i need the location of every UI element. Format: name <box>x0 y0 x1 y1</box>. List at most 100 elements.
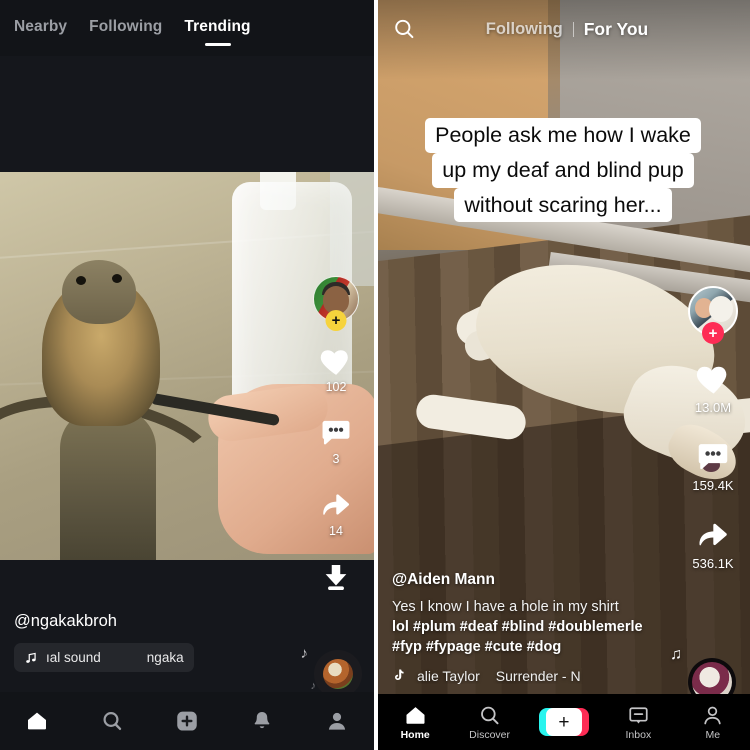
music-note-icon <box>26 652 36 663</box>
home-icon <box>28 712 47 730</box>
heart-icon <box>696 366 726 394</box>
right-like-count: 13.0M <box>694 400 732 415</box>
right-share-action[interactable]: 536.1K <box>692 517 734 571</box>
left-top-tabbar: Nearby Following Trending <box>0 0 374 56</box>
left-nav-home[interactable] <box>17 704 57 738</box>
video-text-overlay: People ask me how I wake up my deaf and … <box>404 118 722 223</box>
right-music-text: alie Taylor Surrender - N <box>417 668 581 684</box>
left-comment-action[interactable]: 3 <box>319 416 353 466</box>
search-icon[interactable] <box>392 17 416 41</box>
left-share-action[interactable]: 14 <box>319 488 353 538</box>
left-nav-create[interactable] <box>167 704 207 738</box>
right-comment-action[interactable]: 159.4K <box>692 439 734 493</box>
right-nav-home[interactable]: Home <box>386 704 444 741</box>
left-bottom-nav <box>0 692 374 750</box>
tab-trending-label: Trending <box>184 18 251 35</box>
right-description: Yes I know I have a hole in my shirt lol… <box>392 597 674 657</box>
right-like-action[interactable]: 13.0M <box>695 360 732 415</box>
dual-phone-screenshot: Nearby Following Trending + 102 3 14 @ng… <box>0 0 750 750</box>
description-line-2[interactable]: lol #plum #deaf #blind #doublemerle <box>392 617 674 637</box>
home-icon <box>406 706 425 724</box>
left-action-rail: + 102 3 14 <box>308 276 364 594</box>
left-music-text: ıal sound ngaka <box>46 650 184 665</box>
right-caption-block: @Aiden Mann Yes I know I have a hole in … <box>392 571 674 684</box>
right-nav-discover-label: Discover <box>469 728 510 741</box>
right-nav-home-label: Home <box>400 728 430 741</box>
description-line-3[interactable]: #fyp #fypage #cute #dog <box>392 637 674 657</box>
right-music-row[interactable]: alie Taylor Surrender - N <box>392 667 617 684</box>
comment-icon <box>698 444 728 470</box>
right-nav-me-label: Me <box>705 728 721 741</box>
left-sound-thumbnail <box>323 659 353 689</box>
right-bottom-nav: Home Discover + Inbox Me <box>378 694 750 750</box>
right-nav-me[interactable]: Me <box>684 704 742 741</box>
tab-divider <box>572 21 574 37</box>
comment-icon <box>322 420 350 445</box>
left-music-text-1: ıal sound <box>46 650 101 665</box>
right-share-count: 536.1K <box>692 556 734 571</box>
overlay-line-3: without scaring her... <box>454 187 672 223</box>
person-icon <box>328 712 345 730</box>
download-icon <box>325 564 347 591</box>
tab-following-label: Following <box>89 18 163 35</box>
snake-head <box>62 260 136 324</box>
share-arrow-icon <box>323 494 350 515</box>
overlay-line-2: up my deaf and blind pup <box>432 152 694 188</box>
person-icon <box>704 706 721 724</box>
right-username[interactable]: @Aiden Mann <box>392 571 674 589</box>
tab-nearby-label: Nearby <box>14 18 68 35</box>
right-top-bar: Following For You <box>378 0 750 58</box>
left-like-action[interactable]: 102 <box>319 344 353 394</box>
snake-body <box>60 408 156 560</box>
right-nav-inbox[interactable]: Inbox <box>609 704 667 741</box>
left-sound-disc[interactable] <box>314 650 362 698</box>
description-line-1: Yes I know I have a hole in my shirt <box>392 599 619 615</box>
tab-underline <box>204 42 231 46</box>
left-nav-search[interactable] <box>92 704 132 738</box>
overlay-line-1: People ask me how I wake <box>425 118 701 153</box>
left-share-count: 14 <box>329 524 343 538</box>
left-nav-notifications[interactable] <box>242 704 282 738</box>
tab-following[interactable]: Following <box>486 20 563 39</box>
left-comment-count: 3 <box>332 452 340 466</box>
right-nav-discover[interactable]: Discover <box>461 704 519 741</box>
inbox-icon <box>629 706 648 724</box>
right-action-rail: + 13.0M 159.4K 536.1K <box>684 286 742 571</box>
tab-for-you[interactable]: For You <box>584 19 649 40</box>
right-follow-button[interactable]: + <box>702 322 724 344</box>
search-icon <box>103 711 122 730</box>
right-phone-panel: Following For You People ask me how I wa… <box>378 0 750 750</box>
bell-icon <box>254 712 270 729</box>
right-nav-inbox-label: Inbox <box>625 728 652 741</box>
search-icon <box>481 706 499 724</box>
tab-trending[interactable]: Trending <box>184 18 251 46</box>
floating-music-note-icon: ♪ <box>300 645 309 662</box>
plus-square-icon <box>177 711 197 731</box>
right-feed-tabs: Following For You <box>416 19 718 40</box>
tiktok-note-icon <box>395 669 404 680</box>
left-music-text-2: ngaka <box>146 650 184 665</box>
tab-following[interactable]: Following <box>89 18 162 38</box>
right-nav-create[interactable]: + <box>535 708 593 736</box>
left-letterbox-top <box>0 56 374 172</box>
share-arrow-icon <box>699 523 727 546</box>
floating-music-note-icon: ♫ <box>670 646 682 663</box>
left-like-count: 102 <box>325 380 347 394</box>
right-music-text-1: alie Taylor <box>417 667 480 684</box>
left-nav-profile[interactable] <box>317 704 357 738</box>
left-username[interactable]: @ngakakbroh <box>14 612 314 631</box>
tab-nearby[interactable]: Nearby <box>14 18 67 38</box>
right-comment-count: 159.4K <box>692 478 734 493</box>
left-download-action[interactable] <box>319 560 353 594</box>
right-music-text-2: Surrender - N <box>495 667 581 684</box>
left-music-pill[interactable]: ıal sound ngaka <box>14 643 194 672</box>
snake-eye <box>112 274 122 283</box>
left-follow-button[interactable]: + <box>325 310 347 331</box>
create-icon: + <box>538 708 589 736</box>
create-plus-label: + <box>545 708 582 736</box>
avatar-dog-face <box>709 296 733 322</box>
snake-eye <box>76 276 86 285</box>
heart-icon <box>320 350 348 375</box>
left-caption-block: @ngakakbroh ıal sound ngaka <box>14 612 314 672</box>
left-phone-panel: Nearby Following Trending + 102 3 14 @ng… <box>0 0 374 750</box>
